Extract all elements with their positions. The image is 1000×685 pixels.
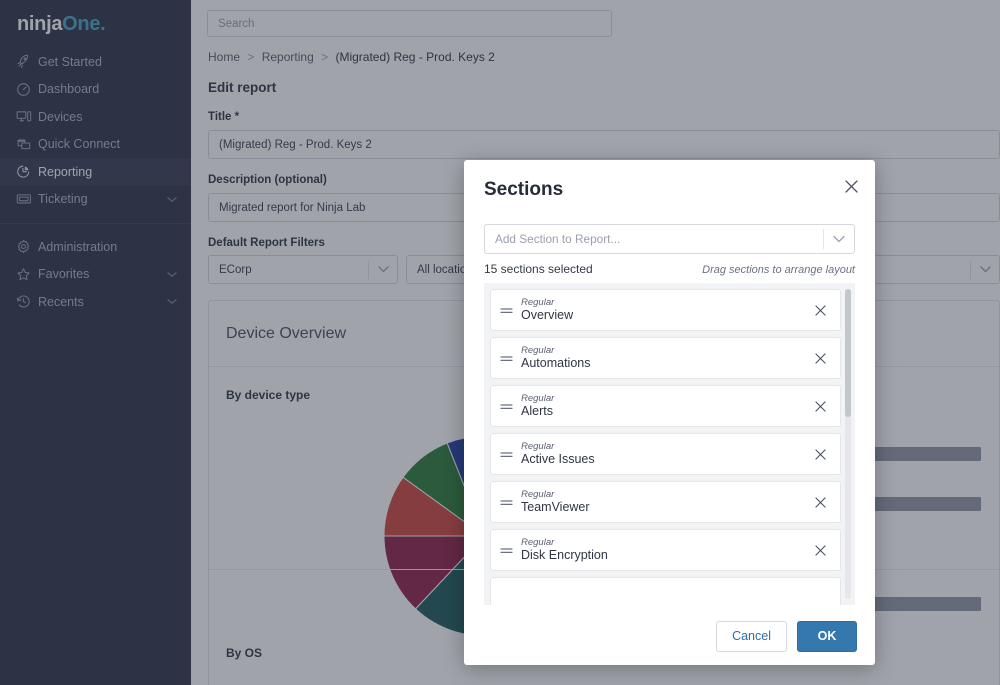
add-section-select[interactable]: Add Section to Report...	[484, 224, 855, 254]
section-row[interactable]: RegularDisk Encryption	[490, 529, 841, 571]
modal-footer: Cancel OK	[464, 607, 875, 665]
sections-list-scroll: RegularOverviewRegularAutomationsRegular…	[484, 283, 855, 605]
section-texts: RegularAlerts	[521, 394, 800, 419]
sections-meta-row: 15 sections selected Drag sections to ar…	[484, 262, 855, 276]
section-texts: RegularAutomations	[521, 346, 800, 371]
sections-modal: Sections Add Section to Report... 15 sec…	[464, 160, 875, 665]
drag-handle-icon[interactable]	[491, 450, 521, 459]
section-row[interactable]: RegularActive Issues	[490, 433, 841, 475]
drag-handle-icon[interactable]	[491, 402, 521, 411]
section-name: Alerts	[521, 404, 800, 418]
section-kind: Regular	[521, 394, 800, 405]
remove-section-icon[interactable]	[800, 449, 840, 460]
section-name: Automations	[521, 356, 800, 370]
remove-section-icon[interactable]	[800, 353, 840, 364]
section-kind: Regular	[521, 490, 800, 501]
cancel-button[interactable]: Cancel	[716, 621, 787, 652]
section-kind: Regular	[521, 442, 800, 453]
section-kind: Regular	[521, 346, 800, 357]
sections-count: 15 sections selected	[484, 262, 593, 276]
close-icon[interactable]	[841, 176, 861, 196]
section-texts: RegularTeamViewer	[521, 490, 800, 515]
remove-section-icon[interactable]	[800, 401, 840, 412]
section-texts: RegularDisk Encryption	[521, 538, 800, 563]
section-name: Disk Encryption	[521, 548, 800, 562]
drag-handle-icon[interactable]	[491, 498, 521, 507]
section-row-partial[interactable]	[490, 577, 841, 605]
section-kind: Regular	[521, 538, 800, 549]
sections-list: RegularOverviewRegularAutomationsRegular…	[484, 283, 855, 605]
section-row[interactable]: RegularTeamViewer	[490, 481, 841, 523]
add-section-placeholder: Add Section to Report...	[485, 232, 823, 246]
modal-title: Sections	[484, 179, 563, 201]
section-name: Active Issues	[521, 452, 800, 466]
chevron-down-icon	[824, 235, 854, 243]
section-row[interactable]: RegularAutomations	[490, 337, 841, 379]
section-row[interactable]: RegularOverview	[490, 289, 841, 331]
section-row[interactable]: RegularAlerts	[490, 385, 841, 427]
remove-section-icon[interactable]	[800, 497, 840, 508]
section-kind: Regular	[521, 298, 800, 309]
drag-handle-icon[interactable]	[491, 306, 521, 315]
section-name: Overview	[521, 308, 800, 322]
remove-section-icon[interactable]	[800, 545, 840, 556]
scrollbar-thumb[interactable]	[845, 289, 851, 417]
remove-section-icon[interactable]	[800, 305, 840, 316]
drag-hint: Drag sections to arrange layout	[702, 264, 855, 276]
ok-button[interactable]: OK	[797, 621, 857, 652]
drag-handle-icon[interactable]	[491, 546, 521, 555]
section-name: TeamViewer	[521, 500, 800, 514]
drag-handle-icon[interactable]	[491, 354, 521, 363]
section-texts: RegularOverview	[521, 298, 800, 323]
section-texts: RegularActive Issues	[521, 442, 800, 467]
